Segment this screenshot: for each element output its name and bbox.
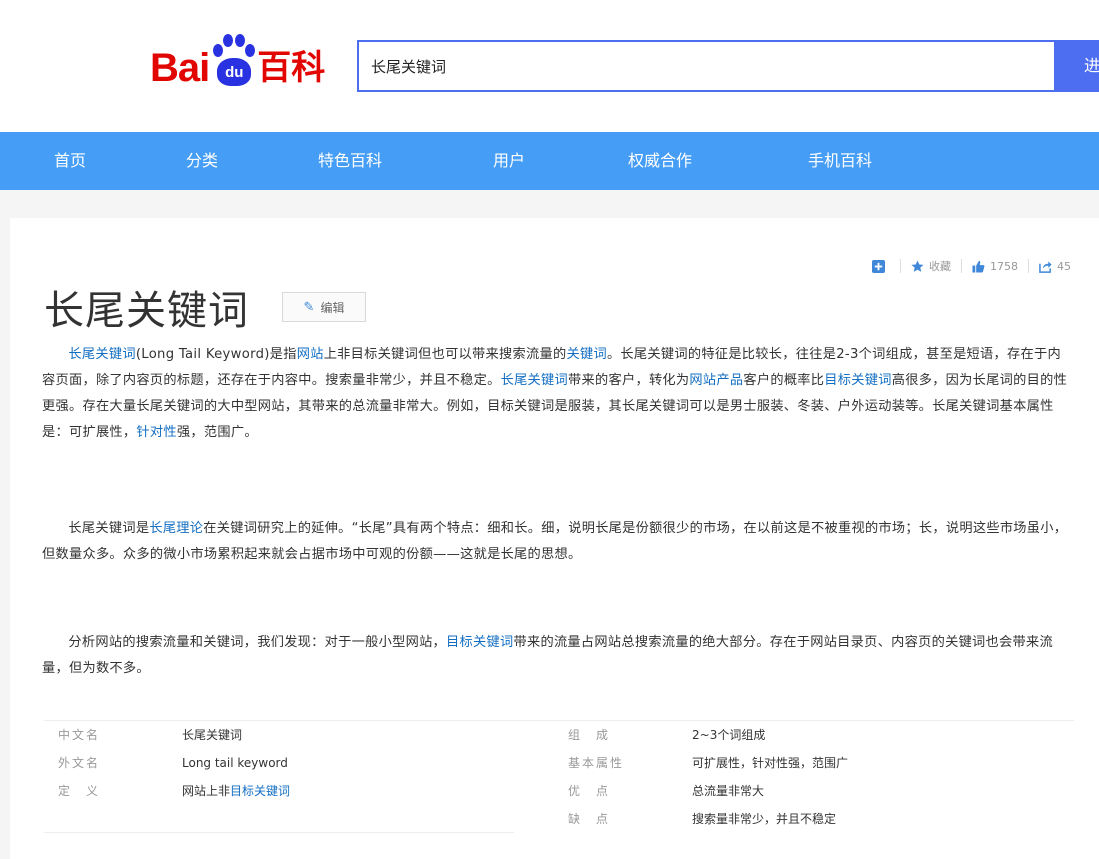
link-target-keyword-2[interactable]: 目标关键词	[446, 635, 513, 650]
add-button[interactable]	[872, 259, 890, 273]
link-long-tail-keyword[interactable]: 长尾关键词	[68, 347, 135, 362]
summary-paragraph-1: 长尾关键词(Long Tail Keyword)是指网站上非目标关键词但也可以带…	[42, 342, 1072, 446]
page-title: 长尾关键词	[44, 288, 249, 334]
link-targeting[interactable]: 针对性	[136, 425, 176, 440]
link-target-keyword[interactable]: 目标关键词	[824, 373, 891, 388]
info-value-foreign: Long tail keyword	[182, 756, 288, 770]
article-card: 收藏 1758 45 长尾关键词 ✎ 编辑 长尾关键词(Long Tail Ke…	[10, 218, 1099, 859]
para1-text-4: 带来的客户，转化为	[568, 373, 690, 388]
info-value-disadvantage: 搜索量非常少，并且不稳定	[692, 812, 837, 826]
info-row: 定 义 网站上非目标关键词 优 点 总流量非常大	[44, 777, 1074, 805]
info-row: 缺 点 搜索量非常少，并且不稳定	[44, 805, 1074, 833]
star-icon	[911, 259, 924, 272]
info-value-attribute: 可扩展性，针对性强，范围广	[692, 756, 849, 770]
search-button[interactable]: 进	[1054, 40, 1099, 92]
edit-button[interactable]: ✎ 编辑	[282, 292, 366, 322]
para3-text-1: 分析网站的搜索流量和关键词，我们发现：对于一般小型网站，	[68, 635, 447, 650]
header: Bai du 百科 进	[0, 0, 1099, 132]
edit-label: 编辑	[320, 300, 345, 315]
link-website-product[interactable]: 网站产品	[689, 373, 743, 388]
logo-baike: 百科	[257, 48, 326, 88]
info-name-foreign: 外文名	[58, 756, 101, 770]
info-name-chinese: 中文名	[58, 728, 101, 742]
nav-item-mobile[interactable]: 手机百科	[808, 132, 872, 190]
info-value-chinese: 长尾关键词	[182, 728, 243, 742]
plus-icon	[872, 259, 885, 273]
like-count: 1758	[990, 259, 1018, 273]
link-keyword[interactable]: 关键词	[566, 347, 606, 362]
search-input[interactable]	[371, 57, 1042, 75]
info-value-definition: 网站上非目标关键词	[182, 777, 290, 805]
share-button[interactable]: 45	[1028, 259, 1071, 273]
collect-label: 收藏	[929, 260, 951, 273]
link-long-tail-theory[interactable]: 长尾理论	[149, 521, 203, 536]
nav-item-category[interactable]: 分类	[186, 132, 218, 190]
basic-info-table: 中文名 长尾关键词 组 成 2~3个词组成 外文名 Long tail keyw…	[44, 720, 1074, 833]
info-name-attribute: 基本属性	[568, 756, 625, 770]
info-row: 外文名 Long tail keyword 基本属性 可扩展性，针对性强，范围广	[44, 749, 1074, 777]
info-row: 中文名 长尾关键词 组 成 2~3个词组成	[44, 721, 1074, 749]
paw-icon: du	[211, 34, 256, 90]
link-long-tail-keyword-2[interactable]: 长尾关键词	[501, 373, 568, 388]
info-value-advantage: 总流量非常大	[692, 784, 765, 798]
nav-item-cooperation[interactable]: 权威合作	[628, 132, 692, 190]
info-name-disadvantage: 缺 点	[568, 812, 611, 826]
link-website[interactable]: 网站	[297, 347, 324, 362]
link-definition-target-keyword[interactable]: 目标关键词	[230, 784, 290, 798]
thumbs-up-icon	[972, 260, 985, 273]
info-value-composition: 2~3个词组成	[692, 728, 766, 742]
summary-paragraph-2: 长尾关键词是长尾理论在关键词研究上的延伸。“长尾”具有两个特点：细和长。细，说明…	[42, 516, 1072, 568]
search-box	[357, 40, 1054, 92]
para1-text-1: (Long Tail Keyword)是指	[135, 347, 297, 362]
info-name-advantage: 优 点	[568, 784, 611, 798]
para1-text-5: 客户的概率比	[743, 373, 825, 388]
baidu-baike-logo[interactable]: Bai du 百科	[150, 30, 325, 90]
para2-text-1: 长尾关键词是	[68, 521, 150, 536]
para1-text-2: 上非目标关键词但也可以带来搜索流量的	[323, 347, 567, 362]
pencil-icon: ✎	[303, 299, 315, 315]
nav-item-user[interactable]: 用户	[493, 132, 525, 190]
info-name-composition: 组 成	[568, 728, 611, 742]
main-nav: 首页 分类 特色百科 用户 权威合作 手机百科	[0, 132, 1099, 190]
nav-item-featured[interactable]: 特色百科	[318, 132, 382, 190]
logo-bai: Bai	[150, 46, 210, 90]
like-button[interactable]: 1758	[961, 259, 1018, 273]
summary-paragraph-3: 分析网站的搜索流量和关键词，我们发现：对于一般小型网站，目标关键词带来的流量占网…	[42, 630, 1072, 682]
share-count: 45	[1057, 259, 1071, 273]
definition-text: 网站上非	[182, 784, 231, 798]
para1-text-7: 强，范围广。	[176, 425, 258, 440]
collect-button[interactable]: 收藏	[900, 258, 951, 274]
info-divider	[44, 832, 514, 833]
nav-item-home[interactable]: 首页	[54, 132, 86, 190]
info-name-definition: 定 义	[58, 784, 101, 798]
logo-du: du	[217, 58, 252, 86]
share-icon	[1039, 260, 1052, 273]
article-toolbar: 收藏 1758 45	[862, 258, 1071, 274]
